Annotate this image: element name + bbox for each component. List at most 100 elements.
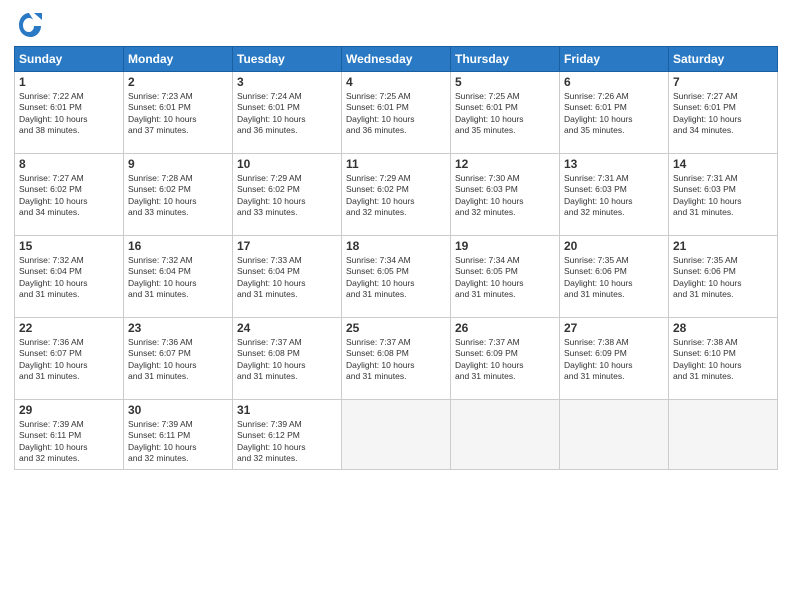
day-number: 22 [19,321,119,335]
calendar-cell: 6 Sunrise: 7:26 AM Sunset: 6:01 PM Daylig… [560,72,669,154]
day-number: 1 [19,75,119,89]
weekday-header: Tuesday [233,47,342,72]
day-info: Sunrise: 7:25 AM Sunset: 6:01 PM Dayligh… [346,91,446,137]
calendar-cell [451,400,560,470]
calendar-cell: 19 Sunrise: 7:34 AM Sunset: 6:05 PM Dayli… [451,236,560,318]
day-info: Sunrise: 7:31 AM Sunset: 6:03 PM Dayligh… [673,173,773,219]
calendar-cell [669,400,778,470]
calendar-cell: 28 Sunrise: 7:38 AM Sunset: 6:10 PM Dayli… [669,318,778,400]
calendar-week-row: 15Sunrise: 7:32 AM Sunset: 6:04 PM Dayli… [15,236,778,318]
day-number: 11 [346,157,446,171]
day-number: 10 [237,157,337,171]
calendar: SundayMondayTuesdayWednesdayThursdayFrid… [14,46,778,470]
day-info: Sunrise: 7:35 AM Sunset: 6:06 PM Dayligh… [673,255,773,301]
weekday-header-row: SundayMondayTuesdayWednesdayThursdayFrid… [15,47,778,72]
day-info: Sunrise: 7:27 AM Sunset: 6:01 PM Dayligh… [673,91,773,137]
calendar-cell: 24 Sunrise: 7:37 AM Sunset: 6:08 PM Dayli… [233,318,342,400]
weekday-header: Thursday [451,47,560,72]
day-info: Sunrise: 7:38 AM Sunset: 6:10 PM Dayligh… [673,337,773,383]
calendar-cell: 4 Sunrise: 7:25 AM Sunset: 6:01 PM Daylig… [342,72,451,154]
day-info: Sunrise: 7:33 AM Sunset: 6:04 PM Dayligh… [237,255,337,301]
header [14,10,778,40]
calendar-week-row: 1 Sunrise: 7:22 AM Sunset: 6:01 PM Daylig… [15,72,778,154]
calendar-cell: 22 Sunrise: 7:36 AM Sunset: 6:07 PM Dayli… [15,318,124,400]
calendar-week-row: 22 Sunrise: 7:36 AM Sunset: 6:07 PM Dayli… [15,318,778,400]
day-number: 19 [455,239,555,253]
day-number: 2 [128,75,228,89]
day-info: Sunrise: 7:29 AM Sunset: 6:02 PM Dayligh… [237,173,337,219]
day-info: Sunrise: 7:29 AM Sunset: 6:02 PM Dayligh… [346,173,446,219]
logo-icon [14,10,44,40]
calendar-cell: 25 Sunrise: 7:37 AM Sunset: 6:08 PM Dayli… [342,318,451,400]
day-info: Sunrise: 7:35 AM Sunset: 6:06 PM Dayligh… [564,255,664,301]
calendar-cell: 31Sunrise: 7:39 AM Sunset: 6:12 PM Dayli… [233,400,342,470]
calendar-cell: 10 Sunrise: 7:29 AM Sunset: 6:02 PM Dayli… [233,154,342,236]
day-info: Sunrise: 7:23 AM Sunset: 6:01 PM Dayligh… [128,91,228,137]
calendar-week-row: 8 Sunrise: 7:27 AM Sunset: 6:02 PM Daylig… [15,154,778,236]
calendar-cell: 15Sunrise: 7:32 AM Sunset: 6:04 PM Dayli… [15,236,124,318]
calendar-cell: 16 Sunrise: 7:32 AM Sunset: 6:04 PM Dayli… [124,236,233,318]
day-number: 12 [455,157,555,171]
day-info: Sunrise: 7:34 AM Sunset: 6:05 PM Dayligh… [346,255,446,301]
calendar-week-row: 29Sunrise: 7:39 AM Sunset: 6:11 PM Dayli… [15,400,778,470]
weekday-header: Sunday [15,47,124,72]
logo [14,10,48,40]
day-info: Sunrise: 7:22 AM Sunset: 6:01 PM Dayligh… [19,91,119,137]
weekday-header: Wednesday [342,47,451,72]
day-number: 7 [673,75,773,89]
weekday-header: Saturday [669,47,778,72]
day-info: Sunrise: 7:31 AM Sunset: 6:03 PM Dayligh… [564,173,664,219]
day-info: Sunrise: 7:34 AM Sunset: 6:05 PM Dayligh… [455,255,555,301]
day-number: 17 [237,239,337,253]
weekday-header: Friday [560,47,669,72]
weekday-header: Monday [124,47,233,72]
calendar-cell: 21 Sunrise: 7:35 AM Sunset: 6:06 PM Dayli… [669,236,778,318]
calendar-cell [560,400,669,470]
day-number: 16 [128,239,228,253]
day-number: 25 [346,321,446,335]
day-info: Sunrise: 7:39 AM Sunset: 6:12 PM Dayligh… [237,419,337,465]
day-info: Sunrise: 7:28 AM Sunset: 6:02 PM Dayligh… [128,173,228,219]
day-info: Sunrise: 7:25 AM Sunset: 6:01 PM Dayligh… [455,91,555,137]
day-number: 8 [19,157,119,171]
calendar-cell: 29Sunrise: 7:39 AM Sunset: 6:11 PM Dayli… [15,400,124,470]
day-number: 14 [673,157,773,171]
day-number: 21 [673,239,773,253]
calendar-cell: 17 Sunrise: 7:33 AM Sunset: 6:04 PM Dayli… [233,236,342,318]
day-info: Sunrise: 7:39 AM Sunset: 6:11 PM Dayligh… [19,419,119,465]
calendar-cell: 1 Sunrise: 7:22 AM Sunset: 6:01 PM Daylig… [15,72,124,154]
calendar-cell: 5 Sunrise: 7:25 AM Sunset: 6:01 PM Daylig… [451,72,560,154]
calendar-cell: 20 Sunrise: 7:35 AM Sunset: 6:06 PM Dayli… [560,236,669,318]
day-number: 28 [673,321,773,335]
calendar-cell: 3Sunrise: 7:24 AM Sunset: 6:01 PM Daylig… [233,72,342,154]
calendar-cell: 8 Sunrise: 7:27 AM Sunset: 6:02 PM Daylig… [15,154,124,236]
day-number: 6 [564,75,664,89]
day-number: 26 [455,321,555,335]
day-number: 18 [346,239,446,253]
day-number: 5 [455,75,555,89]
day-info: Sunrise: 7:37 AM Sunset: 6:08 PM Dayligh… [346,337,446,383]
day-info: Sunrise: 7:39 AM Sunset: 6:11 PM Dayligh… [128,419,228,465]
calendar-cell: 11 Sunrise: 7:29 AM Sunset: 6:02 PM Dayli… [342,154,451,236]
calendar-cell: 27 Sunrise: 7:38 AM Sunset: 6:09 PM Dayli… [560,318,669,400]
calendar-cell: 13 Sunrise: 7:31 AM Sunset: 6:03 PM Dayli… [560,154,669,236]
calendar-cell: 23Sunrise: 7:36 AM Sunset: 6:07 PM Dayli… [124,318,233,400]
day-number: 30 [128,403,228,417]
day-info: Sunrise: 7:26 AM Sunset: 6:01 PM Dayligh… [564,91,664,137]
day-number: 20 [564,239,664,253]
day-number: 9 [128,157,228,171]
day-number: 13 [564,157,664,171]
day-info: Sunrise: 7:27 AM Sunset: 6:02 PM Dayligh… [19,173,119,219]
calendar-cell: 30 Sunrise: 7:39 AM Sunset: 6:11 PM Dayli… [124,400,233,470]
day-number: 24 [237,321,337,335]
day-number: 4 [346,75,446,89]
day-number: 27 [564,321,664,335]
day-info: Sunrise: 7:38 AM Sunset: 6:09 PM Dayligh… [564,337,664,383]
page-container: SundayMondayTuesdayWednesdayThursdayFrid… [0,0,792,480]
calendar-cell: 2 Sunrise: 7:23 AM Sunset: 6:01 PM Daylig… [124,72,233,154]
day-info: Sunrise: 7:32 AM Sunset: 6:04 PM Dayligh… [19,255,119,301]
day-info: Sunrise: 7:36 AM Sunset: 6:07 PM Dayligh… [19,337,119,383]
day-info: Sunrise: 7:37 AM Sunset: 6:08 PM Dayligh… [237,337,337,383]
calendar-cell: 26Sunrise: 7:37 AM Sunset: 6:09 PM Dayli… [451,318,560,400]
day-info: Sunrise: 7:32 AM Sunset: 6:04 PM Dayligh… [128,255,228,301]
